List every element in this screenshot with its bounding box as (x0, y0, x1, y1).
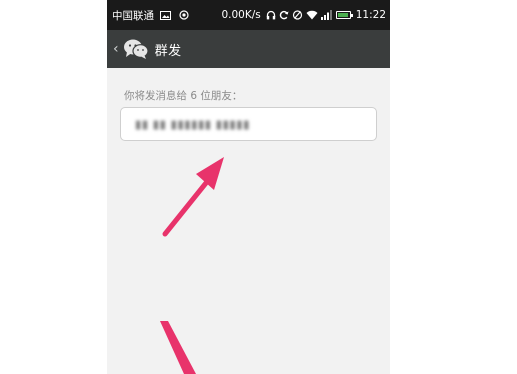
recipients-field[interactable]: ▮▮ ▮▮ ▮▮▮▮▮▮ ▮▮▮▮▮ (120, 107, 377, 141)
chevron-left-icon[interactable]: ‹ (113, 42, 119, 56)
wechat-icon[interactable] (123, 38, 149, 60)
title-bar: ‹ 群发 (107, 30, 390, 68)
headset-icon (266, 10, 276, 20)
status-bar: 中国联通 0.00K/s 11:22 (107, 0, 390, 30)
wifi-icon (306, 10, 318, 20)
mute-icon (292, 10, 303, 20)
image-icon (160, 10, 171, 20)
page-title: 群发 (154, 43, 182, 59)
recipients-list: ▮▮ ▮▮ ▮▮▮▮▮▮ ▮▮▮▮▮ (135, 117, 250, 131)
network-speed: 0.00K/s (221, 9, 261, 21)
recipient-count-hint: 你将发消息给 6 位朋友： (124, 90, 243, 102)
signal-icon (320, 10, 332, 20)
sync-icon (279, 10, 289, 20)
phone-screen: 中国联通 0.00K/s 11:22 ‹ 群发 你将发消息给 6 位朋友： ▮▮… (107, 0, 390, 374)
clock: 11:22 (355, 9, 386, 21)
record-icon (179, 10, 189, 20)
battery-icon (335, 11, 353, 19)
carrier-label: 中国联通 (112, 9, 154, 22)
